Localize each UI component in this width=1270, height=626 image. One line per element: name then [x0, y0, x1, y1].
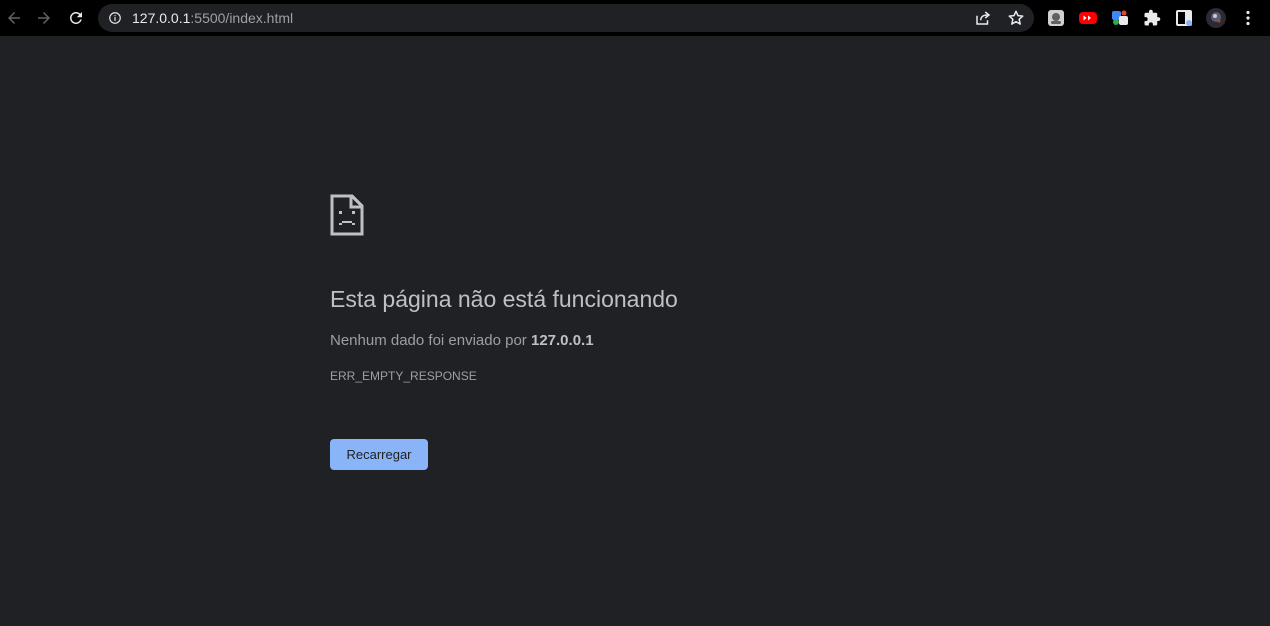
error-code: ERR_EMPTY_RESPONSE	[330, 369, 477, 383]
reload-page-button[interactable]: Recarregar	[330, 439, 428, 470]
youtube-extension-icon	[1079, 12, 1097, 24]
extension-generic-icon	[1048, 10, 1064, 26]
error-message-text: Nenhum dado foi enviado por	[330, 332, 531, 349]
url-text[interactable]: 127.0.0.1:5500/index.html	[132, 10, 293, 26]
star-icon	[1008, 10, 1024, 25]
error-message-host: 127.0.0.1	[530, 332, 594, 349]
back-arrow-icon	[8, 12, 20, 24]
profile-avatar	[1206, 8, 1226, 28]
reload-button[interactable]	[62, 4, 90, 32]
url-host: 127.0.0.1	[132, 10, 191, 26]
error-title: Esta página não está funcionando	[330, 286, 678, 312]
extensions-menu-button[interactable]	[1142, 8, 1162, 28]
forward-arrow-icon	[38, 12, 50, 24]
profile-button[interactable]	[1206, 8, 1226, 28]
side-panel-button[interactable]	[1174, 8, 1194, 28]
forward-button[interactable]	[30, 4, 58, 32]
extension-button-1[interactable]	[1046, 8, 1066, 28]
share-button[interactable]	[974, 9, 992, 27]
youtube-extension-button[interactable]	[1078, 8, 1098, 28]
share-icon	[976, 11, 991, 25]
side-panel-icon	[1176, 10, 1192, 26]
more-menu-icon	[1246, 10, 1250, 26]
sad-page-icon	[330, 194, 364, 236]
info-icon[interactable]	[108, 11, 122, 25]
browser-toolbar: 127.0.0.1:5500/index.html	[0, 0, 1270, 36]
reload-icon	[69, 11, 82, 24]
more-menu-button[interactable]	[1238, 8, 1258, 28]
extension-multicolor-icon	[1112, 10, 1128, 25]
extension-button-3[interactable]	[1110, 8, 1130, 28]
bookmark-button[interactable]	[1007, 9, 1025, 27]
error-message: Nenhum dado foi enviado por 127.0.0.1	[330, 331, 594, 351]
address-bar[interactable]: 127.0.0.1:5500/index.html	[98, 4, 1034, 32]
url-path: :5500/index.html	[190, 10, 294, 26]
back-button[interactable]	[0, 4, 28, 32]
puzzle-icon	[1144, 9, 1161, 26]
